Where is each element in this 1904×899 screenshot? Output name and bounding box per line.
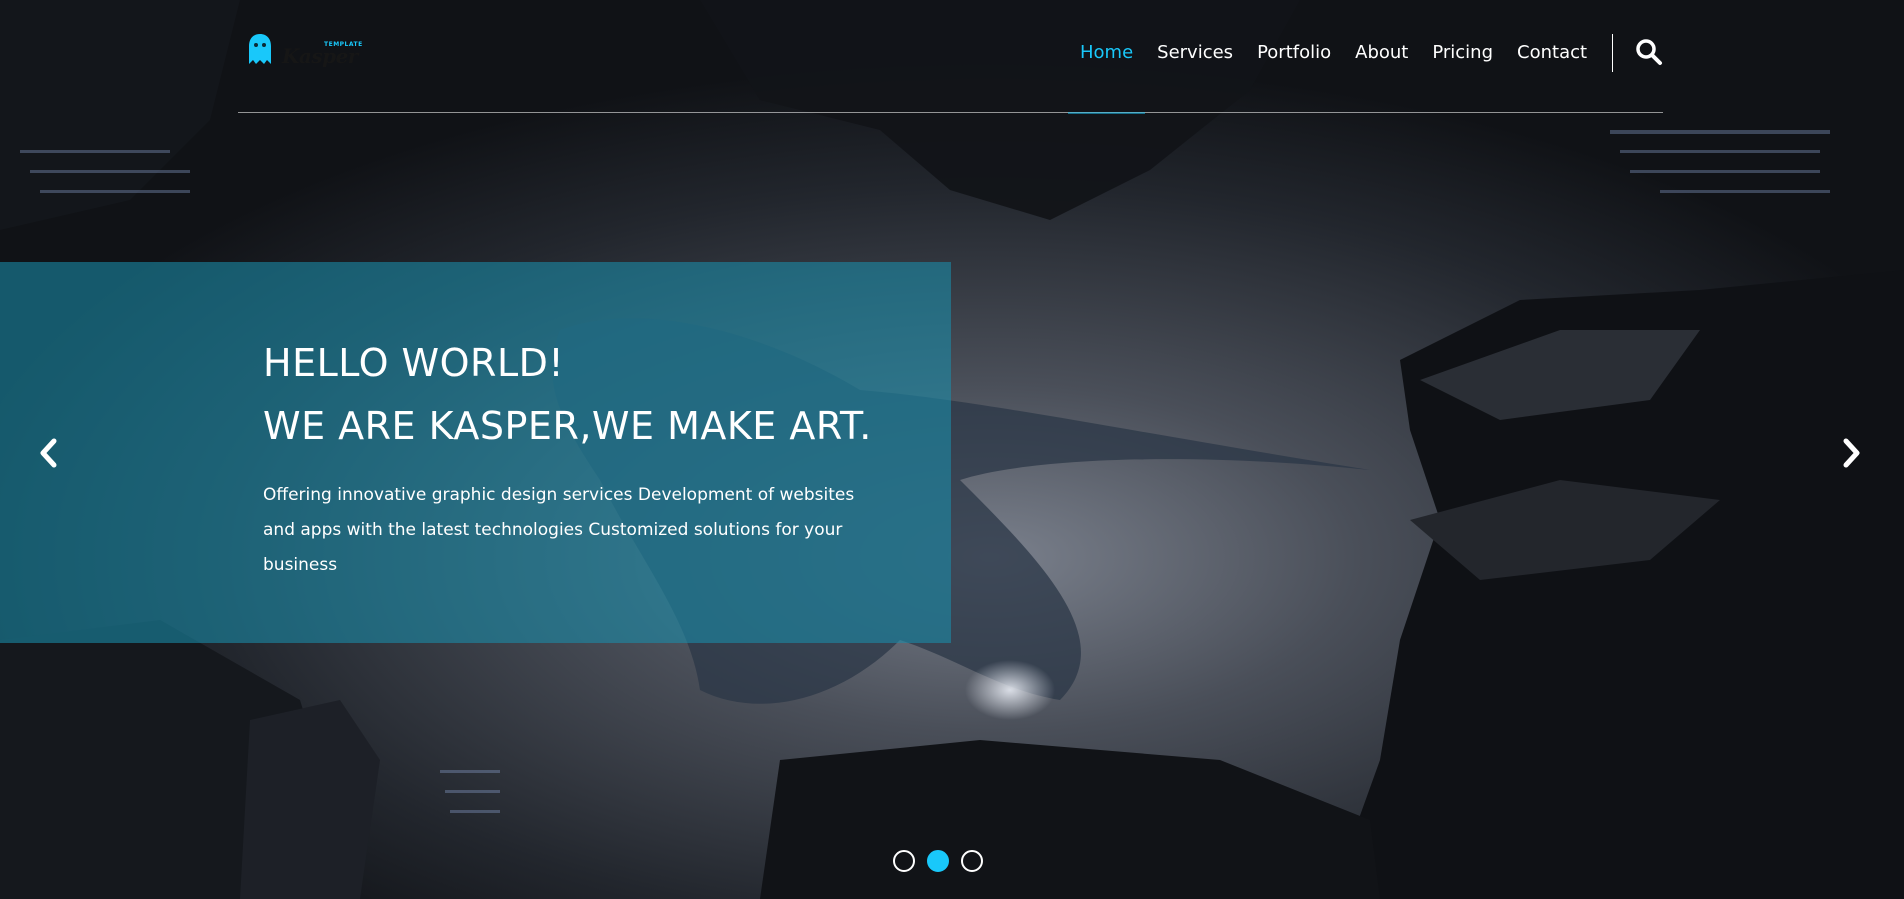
slider-bullet-3[interactable] <box>961 850 983 872</box>
nav-item-services[interactable]: Services <box>1145 0 1245 113</box>
nav-item-portfolio[interactable]: Portfolio <box>1245 0 1343 113</box>
hero-title-line-1: HELLO WORLD! <box>263 341 565 385</box>
hero-text-panel: HELLO WORLD! WE ARE KASPER,WE MAKE ART. … <box>0 262 951 643</box>
brand-name: Kasper <box>282 44 358 68</box>
ghost-logo-icon <box>249 34 271 64</box>
site-header: TEMPLATE Kasper Home Services Portfolio … <box>238 0 1663 114</box>
main-nav: Home Services Portfolio About Pricing Co… <box>1068 0 1599 114</box>
nav-divider <box>1612 34 1613 72</box>
nav-item-contact[interactable]: Contact <box>1505 0 1599 113</box>
nav-item-about[interactable]: About <box>1343 0 1420 113</box>
slider-bullet-2[interactable] <box>927 850 949 872</box>
slider-bullet-1[interactable] <box>893 850 915 872</box>
nav-item-home[interactable]: Home <box>1068 0 1146 114</box>
nav-item-pricing[interactable]: Pricing <box>1420 0 1505 113</box>
hero-title: HELLO WORLD! WE ARE KASPER,WE MAKE ART. <box>263 332 872 458</box>
hero-title-line-2: WE ARE KASPER,WE MAKE ART. <box>263 404 872 448</box>
slider-bullets <box>893 850 983 872</box>
landing-page: TEMPLATE Kasper Home Services Portfolio … <box>0 0 1904 899</box>
brand-logo[interactable]: TEMPLATE Kasper <box>248 32 362 72</box>
chevron-right-icon[interactable] <box>1834 433 1868 473</box>
chevron-left-icon[interactable] <box>32 433 66 473</box>
hero-description: Offering innovative graphic design servi… <box>263 485 855 575</box>
search-icon[interactable] <box>1635 38 1663 66</box>
